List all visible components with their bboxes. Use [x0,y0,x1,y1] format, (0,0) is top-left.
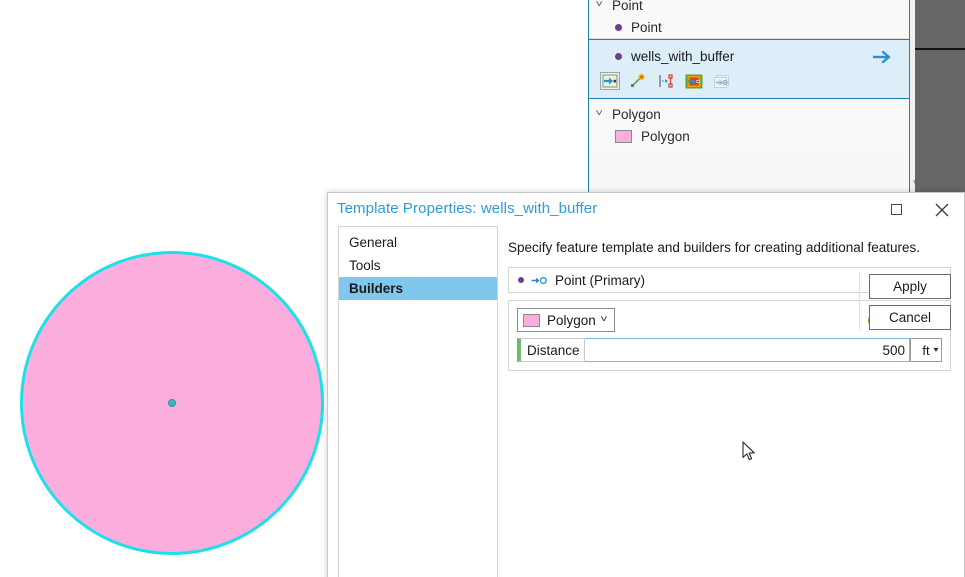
arrow-right-icon[interactable] [871,48,893,66]
shape-select-value: Polygon [547,313,596,328]
template-item-point[interactable]: Point [589,16,909,38]
point-along-line-tool-icon[interactable] [656,72,676,90]
template-item-polygon[interactable]: Polygon [589,125,909,147]
nav-item-general[interactable]: General [339,231,497,254]
dialog-action-buttons: Apply Cancel [869,274,951,330]
point-symbol-icon [518,277,524,283]
cancel-button[interactable]: Cancel [869,305,951,330]
close-icon [935,203,949,217]
template-item-wells-with-buffer[interactable]: wells_with_buffer [589,39,909,99]
point-tool-icon[interactable] [600,72,620,90]
distance-label-text: Distance [527,343,580,358]
template-group-point-label: Point [612,0,643,13]
template-group-polygon: ˅ Polygon Polygon [589,103,909,147]
dialog-body: General Tools Builders Specify feature t… [328,226,964,577]
template-properties-dialog: Template Properties: wells_with_buffer G… [327,192,965,577]
dialog-title: Template Properties: wells_with_buffer [337,200,597,217]
selected-template-title-row: wells_with_buffer [589,46,909,66]
nav-item-builders[interactable]: Builders [339,277,497,300]
point-symbol-icon [615,53,622,60]
maximize-button[interactable] [874,193,919,226]
distance-label: Distance [517,338,585,362]
apply-button-label: Apply [893,279,927,294]
points-to-line-tool-icon[interactable] [684,72,704,90]
arrow-to-circle-icon [531,275,547,286]
distance-input[interactable]: 500 [585,338,910,362]
template-item-point-label: Point [631,20,662,35]
divider [859,272,860,330]
dialog-nav-list: General Tools Builders [338,226,498,577]
app-root: ˅ Point Point wells_with_buffer [0,0,965,577]
nav-item-general-label: General [349,235,397,250]
create-features-pane: ˅ Point Point wells_with_buffer [588,0,910,194]
dialog-intro-text: Specify feature template and builders fo… [508,240,951,255]
apply-button[interactable]: Apply [869,274,951,299]
distance-unit-select[interactable]: ft ▾ [910,338,942,362]
cancel-button-label: Cancel [889,310,931,325]
polygon-symbol-icon [615,130,632,143]
window-buttons [874,193,964,226]
dialog-titlebar[interactable]: Template Properties: wells_with_buffer [328,193,964,226]
template-item-polygon-label: Polygon [641,129,690,144]
maximize-icon [891,204,902,215]
point-symbol-icon [615,24,622,31]
chevron-down-icon: ˅ [596,0,611,10]
chevron-down-icon: ˅ [600,315,608,325]
nav-item-builders-label: Builders [349,281,403,296]
template-group-point: ˅ Point Point [589,0,909,38]
selected-template-label: wells_with_buffer [631,49,734,64]
polygon-symbol-icon [523,314,540,327]
nav-item-tools[interactable]: Tools [339,254,497,277]
template-tool-row [589,72,909,90]
point-from-feature-tool-icon[interactable] [712,72,732,90]
chevron-down-icon: ▾ [933,346,938,354]
nav-item-tools-label: Tools [349,258,381,273]
shape-select[interactable]: Polygon ˅ [517,308,615,332]
right-strip-divider [915,48,965,50]
well-point-feature[interactable] [168,399,176,407]
distance-unit-value: ft [922,343,929,358]
close-button[interactable] [919,193,964,226]
chevron-down-icon: ˅ [596,109,611,119]
distance-input-value: 500 [882,343,905,358]
point-at-end-of-line-tool-icon[interactable] [628,72,648,90]
template-group-polygon-header[interactable]: ˅ Polygon [589,103,909,125]
template-group-polygon-label: Polygon [612,107,661,122]
primary-template-label: Point (Primary) [555,273,645,288]
dialog-main-panel: Specify feature template and builders fo… [498,226,964,577]
template-group-point-header[interactable]: ˅ Point [589,0,909,16]
right-side-strip [915,0,965,192]
distance-field-row: Distance 500 ft ▾ [517,338,942,362]
